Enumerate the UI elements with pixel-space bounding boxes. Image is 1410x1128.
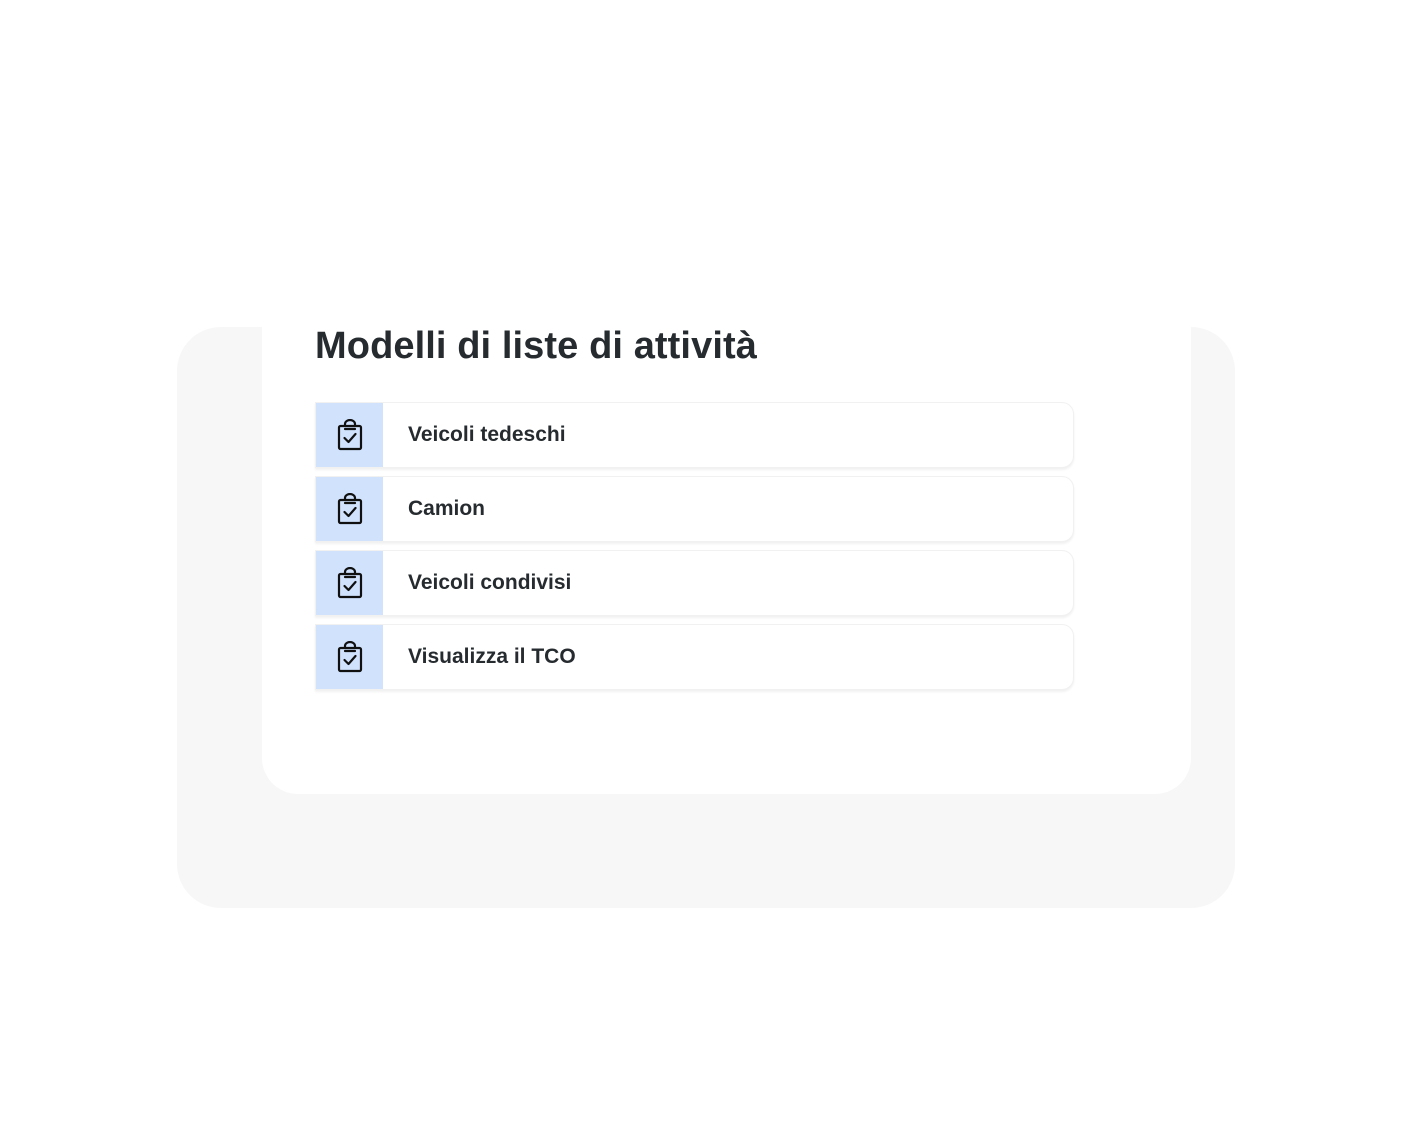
stage: Modelli di liste di attività Veicoli ted…	[0, 0, 1410, 1128]
template-item-veicoli-tedeschi[interactable]: Veicoli tedeschi	[315, 402, 1074, 468]
template-icon-cell	[316, 403, 383, 467]
clipboard-check-icon	[337, 493, 362, 525]
clipboard-check-icon	[337, 641, 362, 673]
page-title: Modelli di liste di attività	[315, 325, 757, 367]
template-item-camion[interactable]: Camion	[315, 476, 1074, 542]
clipboard-check-icon	[337, 567, 362, 599]
template-item-label: Veicoli condivisi	[408, 571, 572, 594]
clipboard-check-icon	[337, 419, 362, 451]
template-item-visualizza-tco[interactable]: Visualizza il TCO	[315, 624, 1074, 690]
template-list: Veicoli tedeschi Camion Veicoli condivis…	[315, 402, 1074, 698]
template-icon-cell	[316, 551, 383, 615]
template-item-label: Camion	[408, 497, 486, 520]
template-item-veicoli-condivisi[interactable]: Veicoli condivisi	[315, 550, 1074, 616]
template-icon-cell	[316, 477, 383, 541]
template-icon-cell	[316, 625, 383, 689]
task-list-templates-card: Modelli di liste di attività Veicoli ted…	[262, 325, 1191, 794]
template-item-label: Veicoli tedeschi	[408, 423, 566, 446]
template-item-label: Visualizza il TCO	[408, 645, 576, 668]
